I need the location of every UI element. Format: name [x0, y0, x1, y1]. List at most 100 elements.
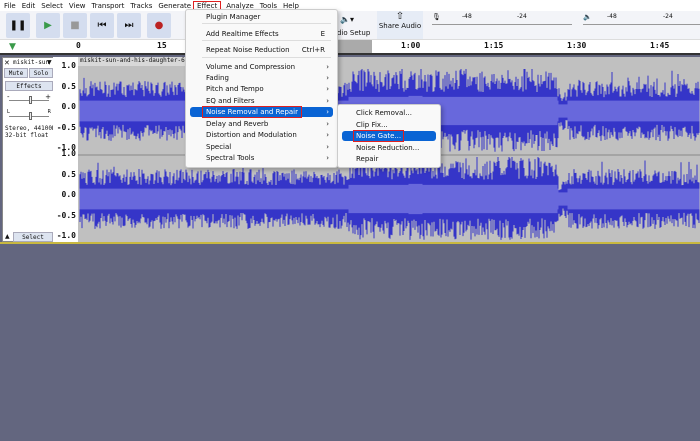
play-button[interactable]: ▶	[36, 13, 60, 38]
track-menu-chevron-icon[interactable]: ▼	[47, 59, 52, 66]
record-button[interactable]: ●	[147, 13, 171, 38]
effects-button[interactable]: Effects	[5, 81, 53, 91]
effect-menu-item[interactable]: Pitch and Tempo ›	[190, 84, 333, 94]
audio-setup-button[interactable]: dio Setup	[337, 29, 370, 37]
submenu-arrow-icon: ›	[326, 131, 329, 139]
gain-slider-handle[interactable]	[29, 96, 32, 104]
effect-menu-item[interactable]: Plugin Manager	[190, 12, 333, 22]
noise-removal-submenu: Click Removal... Clip Fix... Noise Gate...…	[337, 104, 441, 168]
effect-menu-item[interactable]: Distortion and Modulation ›	[190, 130, 333, 140]
scale-label: 0.5	[61, 169, 76, 179]
close-track-icon[interactable]: ✕	[4, 59, 10, 67]
menu-item-label: Noise Removal and Repair	[201, 106, 303, 118]
play-head-icon[interactable]: ▼	[9, 42, 16, 52]
speaker-icon: 🔈▾	[340, 15, 354, 24]
scale-label: 0.0	[61, 102, 76, 111]
submenu-arrow-icon: ›	[326, 154, 329, 162]
menu-item-shortcut: E	[320, 30, 325, 38]
submenu-arrow-icon: ›	[326, 108, 329, 116]
toolbar: ❚❚ ▶ ■ ⏮ ⏭ ● 🔈▾ dio Setup ⇧ Share Audio …	[0, 11, 700, 40]
submenu-item[interactable]: Noise Reduction...	[342, 143, 436, 153]
menu-item-label: Repair	[356, 155, 379, 163]
effect-menu-item[interactable]: Volume and Compression ›	[190, 62, 333, 72]
ruler-label: 1:00	[401, 41, 421, 50]
skip-start-button[interactable]: ⏮	[90, 13, 114, 38]
scale-label: 0.0	[61, 190, 76, 199]
scale-label: 1.0	[61, 149, 76, 158]
ruler-label: 1:15	[484, 41, 504, 50]
pan-right-label: R	[47, 109, 51, 115]
effect-menu-item[interactable]: EQ and Filters ›	[190, 96, 333, 106]
submenu-arrow-icon: ›	[326, 63, 329, 71]
effect-menu-item[interactable]: Repeat Noise Reduction Ctrl+R	[190, 45, 333, 55]
effect-menu-item[interactable]: Spectral Tools ›	[190, 153, 333, 163]
menu-item-shortcut: Ctrl+R	[301, 46, 325, 54]
gain-slider[interactable]: - +	[7, 93, 51, 105]
menu-separator	[202, 57, 331, 58]
scale-label: -1.0	[56, 231, 76, 240]
menu-item-label: Pitch and Tempo	[206, 85, 264, 93]
meter-tick: -48	[607, 13, 617, 20]
playback-meter[interactable]: 🔈 -48 -24	[583, 13, 700, 25]
ruler-label: 1:30	[567, 41, 587, 50]
submenu-arrow-icon: ›	[326, 74, 329, 82]
meter-tick: -48	[462, 13, 472, 20]
ruler-label: 15	[157, 41, 167, 50]
stop-button[interactable]: ■	[63, 13, 87, 38]
menu-file[interactable]: File	[4, 2, 16, 10]
skip-end-button[interactable]: ⏭	[117, 13, 141, 38]
pause-button[interactable]: ❚❚	[6, 13, 30, 38]
selection-region	[338, 40, 372, 53]
effect-menu-item[interactable]: Special ›	[190, 142, 333, 152]
ruler-label: 1:45	[650, 41, 670, 50]
select-track-button[interactable]: Select	[13, 232, 53, 242]
timeline-ruler[interactable]: ▼ 0 15 1:00 1:15 1:30 1:45	[0, 40, 700, 55]
solo-button[interactable]: Solo	[29, 68, 53, 78]
scale-label: 0.5	[61, 81, 76, 91]
menu-select[interactable]: Select	[41, 2, 63, 10]
effect-menu-item[interactable]: Fading ›	[190, 73, 333, 83]
menu-transport[interactable]: Transport	[92, 2, 125, 10]
menu-item-label: Repeat Noise Reduction	[206, 46, 290, 54]
share-audio-button[interactable]: ⇧ Share Audio	[377, 11, 423, 39]
submenu-arrow-icon: ›	[326, 85, 329, 93]
effect-menu-item[interactable]: Add Realtime Effects E	[190, 29, 333, 39]
mute-button[interactable]: Mute	[4, 68, 28, 78]
menu-item-label: Distortion and Modulation	[206, 131, 297, 139]
track-name-button[interactable]: miskit-sun	[13, 59, 49, 66]
submenu-item[interactable]: Noise Gate...	[342, 130, 436, 142]
record-meter[interactable]: 🎙 -48 -24	[432, 13, 572, 25]
menu-view[interactable]: View	[69, 2, 86, 10]
menu-item-label: Clip Fix...	[356, 120, 388, 129]
menu-item-label: Plugin Manager	[206, 13, 261, 21]
scale-label: -0.5	[56, 210, 76, 220]
effect-menu-item[interactable]: Noise Removal and Repair ›	[190, 106, 333, 118]
pan-slider-handle[interactable]	[29, 112, 32, 120]
menu-item-label: Special	[206, 143, 232, 151]
track-format-rate: Stereo, 44100Hz	[5, 125, 60, 132]
menu-separator	[202, 23, 331, 24]
menu-item-label: Noise Reduction...	[356, 143, 420, 152]
pan-slider[interactable]: L R	[7, 109, 51, 121]
menu-edit[interactable]: Edit	[22, 2, 36, 10]
submenu-item[interactable]: Clip Fix...	[342, 120, 436, 130]
meter-tick: -24	[517, 13, 527, 20]
menu-item-label: Spectral Tools	[206, 154, 255, 162]
microphone-icon: 🎙	[432, 13, 441, 21]
effect-menu-item[interactable]: Delay and Reverb ›	[190, 119, 333, 129]
menu-tracks[interactable]: Tracks	[130, 2, 152, 10]
menu-item-label: Fading	[206, 74, 229, 82]
submenu-arrow-icon: ›	[326, 120, 329, 128]
share-audio-label: Share Audio	[378, 22, 422, 30]
submenu-item[interactable]: Click Removal...	[342, 108, 436, 118]
pan-left-label: L	[7, 109, 10, 115]
menu-item-label: Volume and Compression	[206, 63, 296, 71]
collapse-track-icon[interactable]: ▲	[5, 233, 10, 240]
submenu-item[interactable]: Repair	[342, 154, 436, 164]
menu-item-label: Add Realtime Effects	[206, 30, 279, 38]
scale-label: -0.5	[56, 122, 76, 132]
effect-menu: Plugin Manager Add Realtime Effects E Repea…	[185, 9, 338, 168]
menu-item-label: Click Removal...	[356, 109, 412, 117]
submenu-arrow-icon: ›	[326, 143, 329, 151]
meter-tick: -24	[663, 13, 673, 20]
